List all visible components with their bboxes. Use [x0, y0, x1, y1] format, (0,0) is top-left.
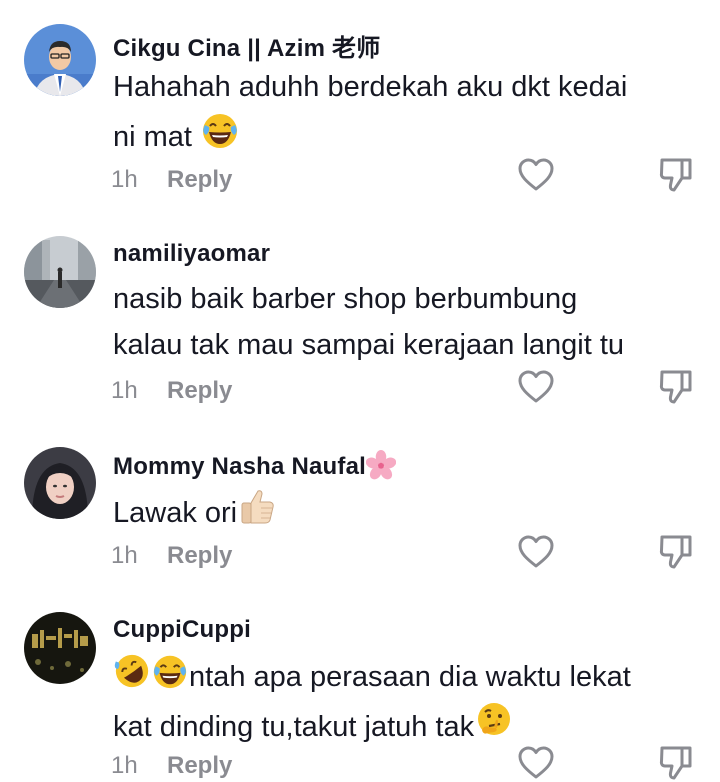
comment-text-line: kalau tak mau sampai kerajaan langit tu [113, 329, 625, 361]
thumbs-down-icon[interactable] [657, 744, 695, 782]
comment-time: 1h [111, 377, 138, 404]
comment-text: ntah apa perasaan dia waktu lekat kat di… [113, 652, 631, 750]
username[interactable]: Mommy Nasha Naufal [113, 450, 396, 481]
comment-text-line: kat dinding tu,takut jatuh tak [113, 700, 631, 750]
avatar[interactable] [24, 236, 96, 308]
avatar[interactable] [24, 447, 96, 519]
username[interactable]: CuppiCuppi [113, 616, 251, 644]
laughing-tears-emoji-icon [200, 110, 240, 150]
comment-text-line: Lawak ori [113, 486, 277, 536]
comment-item: CuppiCuppi ntah apa perasaan dia waktu l… [0, 590, 720, 777]
comment-time: 1h [111, 166, 138, 193]
rolling-laughing-emoji-icon [113, 652, 151, 690]
heart-icon[interactable] [517, 368, 555, 406]
comment-text-line: ntah apa perasaan dia waktu lekat [113, 652, 631, 700]
comment-time: 1h [111, 542, 138, 569]
comment-item: Mommy Nasha Naufal Lawak ori 1h Reply [0, 420, 720, 590]
comment-text: Lawak ori [113, 486, 277, 536]
thumbs-down-icon[interactable] [657, 368, 695, 406]
username[interactable]: namiliyaomar [113, 240, 270, 268]
reply-button[interactable]: Reply [167, 166, 232, 194]
heart-icon[interactable] [517, 533, 555, 571]
cherry-blossom-emoji-icon [366, 450, 396, 480]
heart-icon[interactable] [517, 156, 555, 194]
comment-item: namiliyaomar nasib baik barber shop berb… [0, 210, 720, 420]
comment-text-line: ni mat [113, 110, 627, 160]
thumbs-up-emoji-icon [237, 486, 277, 526]
comment-text: nasib baik barber shop berbumbung kalau … [113, 276, 624, 368]
thumbs-down-icon[interactable] [657, 156, 695, 194]
thumbs-down-icon[interactable] [657, 533, 695, 571]
comment-text-line: Hahahah aduhh berdekah aku dkt kedai [113, 71, 628, 103]
thinking-face-emoji-icon [474, 700, 514, 740]
reply-button[interactable]: Reply [167, 542, 232, 570]
reply-button[interactable]: Reply [167, 377, 232, 405]
comment-time: 1h [111, 752, 138, 779]
username[interactable]: Cikgu Cina || Azim 老师 [113, 28, 380, 63]
avatar[interactable] [24, 24, 96, 96]
comment-text-line: nasib baik barber shop berbumbung [113, 283, 578, 315]
avatar[interactable] [24, 612, 96, 684]
comment-item: Cikgu Cina || Azim 老师 Hahahah aduhh berd… [0, 0, 720, 210]
comment-text: Hahahah aduhh berdekah aku dkt kedai ni … [113, 64, 627, 160]
laughing-tears-emoji-icon [151, 652, 189, 690]
heart-icon[interactable] [517, 744, 555, 782]
reply-button[interactable]: Reply [167, 752, 232, 780]
